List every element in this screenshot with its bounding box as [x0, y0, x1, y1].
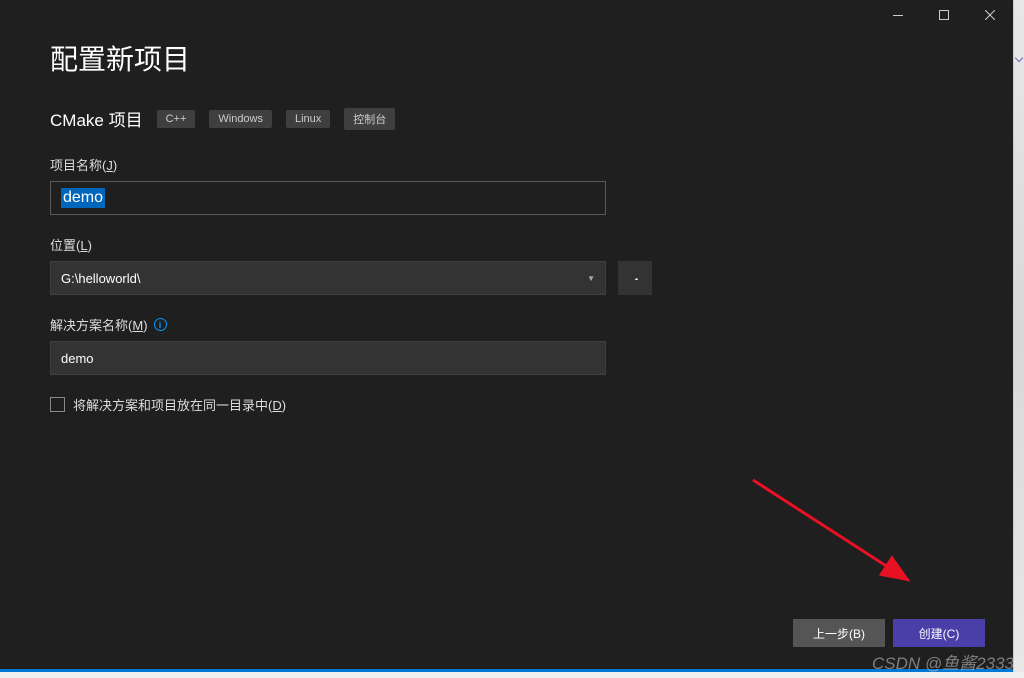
annotation-arrow — [738, 465, 938, 605]
window-titlebar — [0, 0, 1013, 30]
project-name-input[interactable]: demo — [50, 181, 606, 215]
tag-linux: Linux — [286, 110, 330, 128]
location-value: G:\helloworld\ — [61, 271, 140, 286]
same-directory-checkbox[interactable] — [50, 397, 65, 412]
background-editor-strip — [1013, 0, 1024, 672]
dialog-content: 配置新项目 CMake 项目 C++ Windows Linux 控制台 项目名… — [0, 30, 1013, 414]
project-type-label: CMake 项目 — [50, 106, 143, 131]
chevron-down-icon: ▼ — [587, 274, 595, 283]
page-title: 配置新项目 — [50, 38, 963, 78]
configure-new-project-dialog: 配置新项目 CMake 项目 C++ Windows Linux 控制台 项目名… — [0, 0, 1013, 672]
location-field: 位置(L) G:\helloworld\ ▼ ... — [50, 235, 963, 295]
project-name-field: 项目名称(J) demo — [50, 155, 963, 215]
browse-button[interactable]: ... — [618, 261, 652, 295]
maximize-icon — [939, 10, 949, 20]
tag-windows: Windows — [209, 110, 272, 128]
tag-cpp: C++ — [157, 110, 196, 128]
create-button[interactable]: 创建(C) — [893, 619, 985, 647]
info-icon[interactable]: i — [154, 318, 167, 331]
solution-name-input[interactable] — [50, 341, 606, 375]
location-combo[interactable]: G:\helloworld\ ▼ — [50, 261, 606, 295]
close-button[interactable] — [967, 0, 1013, 30]
dialog-footer: 上一步(B) 创建(C) — [793, 619, 985, 647]
solution-name-label: 解决方案名称(M) i — [50, 315, 963, 334]
same-directory-checkbox-row: 将解决方案和项目放在同一目录中(D) — [50, 395, 963, 414]
minimize-button[interactable] — [875, 0, 921, 30]
maximize-button[interactable] — [921, 0, 967, 30]
close-icon — [985, 10, 995, 20]
back-button[interactable]: 上一步(B) — [793, 619, 885, 647]
tag-console: 控制台 — [344, 108, 395, 130]
solution-name-field: 解决方案名称(M) i — [50, 315, 963, 375]
location-label: 位置(L) — [50, 235, 963, 254]
minimize-icon — [893, 15, 903, 16]
project-type-row: CMake 项目 C++ Windows Linux 控制台 — [50, 106, 963, 131]
same-directory-label: 将解决方案和项目放在同一目录中(D) — [73, 395, 286, 414]
project-name-label: 项目名称(J) — [50, 155, 963, 174]
